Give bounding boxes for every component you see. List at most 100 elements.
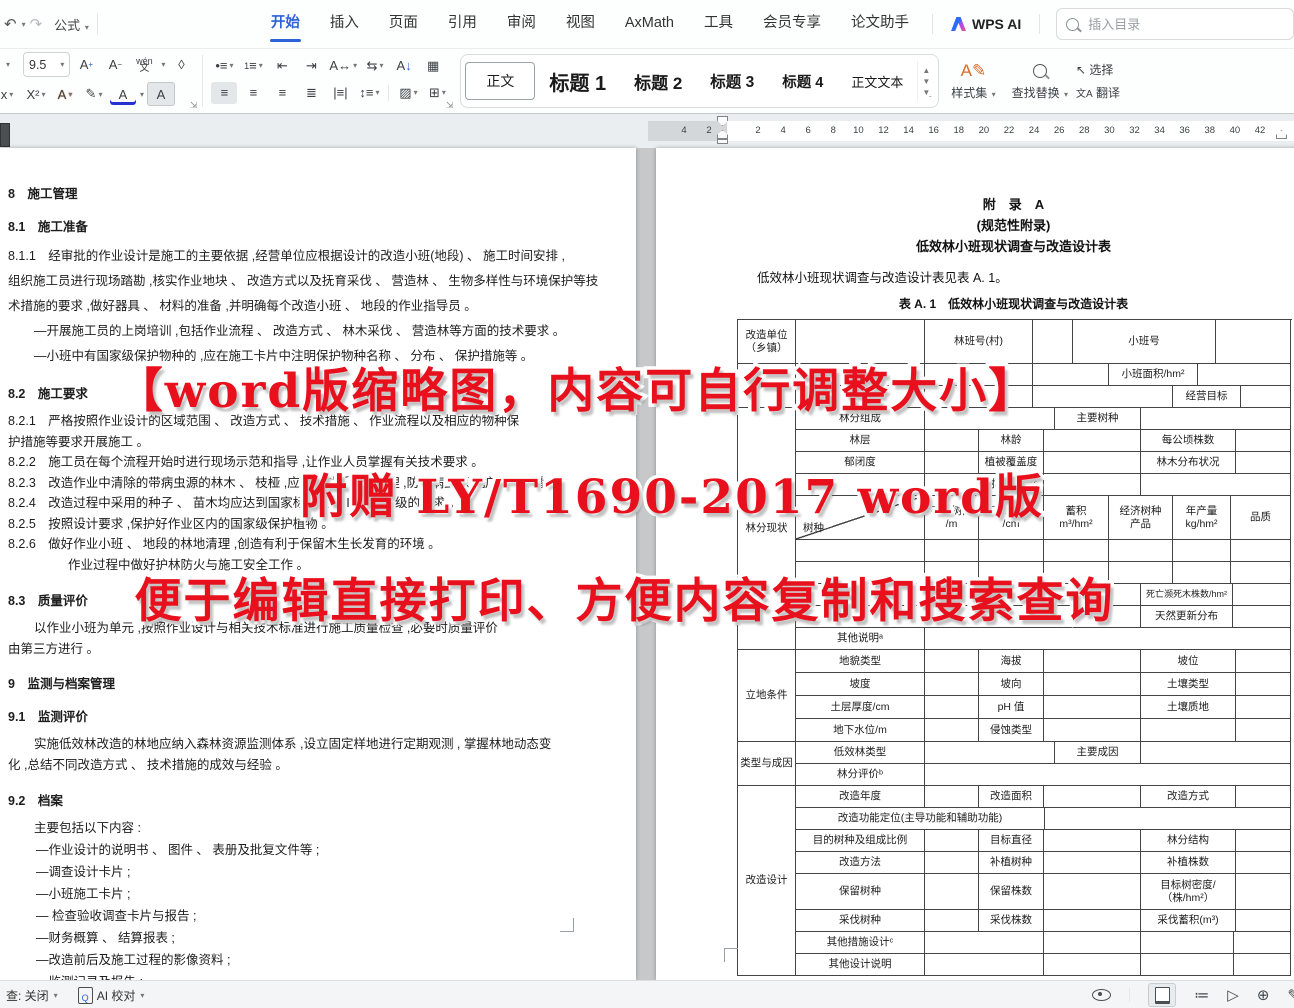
- shading-icon[interactable]: ▨▾: [395, 82, 421, 104]
- table-cell[interactable]: [1044, 874, 1141, 910]
- table-cell[interactable]: [925, 673, 979, 696]
- font-color-dropdown-icon[interactable]: ▾: [140, 90, 144, 99]
- ribbon-tab[interactable]: 页面: [374, 0, 433, 48]
- justify-icon[interactable]: ≣: [298, 82, 324, 104]
- table-cell[interactable]: 目标树密度/ （株/hm²）: [1141, 874, 1236, 910]
- table-cell[interactable]: [1236, 430, 1291, 452]
- decrease-font-icon[interactable]: A−: [102, 54, 128, 76]
- table-cell[interactable]: 土层厚度/cm: [796, 696, 925, 719]
- ribbon-tab[interactable]: 引用: [433, 0, 492, 48]
- table-cell[interactable]: [925, 932, 1044, 954]
- table-cell[interactable]: [925, 910, 979, 932]
- table-cell[interactable]: 补植株数: [1141, 852, 1236, 874]
- table-cell[interactable]: 目标直径: [979, 830, 1044, 852]
- ribbon-tab[interactable]: 论文助手: [836, 0, 924, 48]
- table-cell[interactable]: [796, 540, 925, 562]
- table-cell[interactable]: 低效林类型: [796, 742, 925, 764]
- ai-proofread-button[interactable]: Q AI 校对 ▾: [70, 987, 153, 1004]
- text-direction-icon[interactable]: ⇆▾: [362, 55, 388, 77]
- table-cell[interactable]: [1236, 719, 1291, 742]
- bullet-list-icon[interactable]: •≡▾: [211, 55, 237, 77]
- table-cell[interactable]: [925, 742, 1055, 764]
- table-cell[interactable]: 采伐株数: [979, 910, 1044, 932]
- table-cell[interactable]: 小班面积/hm²: [1109, 364, 1198, 386]
- table-cell[interactable]: 死亡濒死木株数/hm²: [1141, 584, 1233, 606]
- strikethrough-dropdown-icon[interactable]: x▾: [0, 83, 20, 105]
- table-cell[interactable]: [1141, 932, 1234, 954]
- table-cell[interactable]: 林层: [796, 430, 925, 452]
- table-cell[interactable]: 林木分布状况: [1141, 452, 1236, 474]
- table-cell[interactable]: 蓄积 m³/hm²: [1044, 496, 1109, 540]
- page-view-button[interactable]: [1148, 983, 1176, 1007]
- table-cell[interactable]: [925, 540, 979, 562]
- style-gallery-item[interactable]: 标题 1: [535, 67, 620, 96]
- table-cell[interactable]: [1045, 808, 1291, 830]
- table-cell[interactable]: 坡位: [1141, 650, 1236, 673]
- table-cell[interactable]: 其他说明ᵃ: [796, 628, 925, 650]
- formula-button[interactable]: 公式 ▾: [54, 15, 89, 34]
- paragraph-group-expand-icon[interactable]: ⇲: [446, 100, 454, 111]
- table-cell[interactable]: 天然更新分布: [1141, 606, 1233, 628]
- decrease-indent-icon[interactable]: ⇤: [269, 55, 295, 77]
- edit-pen-icon[interactable]: ✎: [1287, 986, 1294, 1004]
- search-input[interactable]: [1086, 16, 1293, 33]
- highlight-color-icon[interactable]: ✎▾: [81, 83, 107, 105]
- table-cell[interactable]: [1044, 719, 1141, 742]
- table-cell[interactable]: [1141, 408, 1291, 430]
- table-cell[interactable]: 林龄: [979, 430, 1044, 452]
- table-cell[interactable]: 其他措施设计ᶜ: [796, 932, 925, 954]
- style-gallery-item[interactable]: 标题 2: [620, 69, 696, 94]
- font-color-icon[interactable]: A: [110, 83, 136, 105]
- table-cell[interactable]: 保留树种: [796, 874, 925, 910]
- style-gallery-item[interactable]: 标题 4: [768, 71, 837, 92]
- ribbon-tab[interactable]: 开始: [256, 0, 315, 48]
- table-cell[interactable]: [1236, 696, 1291, 719]
- table-cell[interactable]: [1233, 584, 1291, 606]
- outline-view-icon[interactable]: ≔: [1194, 986, 1209, 1004]
- ribbon-tab[interactable]: 工具: [689, 0, 748, 48]
- table-cell[interactable]: [1044, 673, 1141, 696]
- table-cell[interactable]: 补植树种: [979, 852, 1044, 874]
- table-cell[interactable]: 地下水位/m: [796, 719, 925, 742]
- table-cell[interactable]: 小班号: [1073, 320, 1216, 364]
- table-cell[interactable]: [1044, 430, 1141, 452]
- table-cell[interactable]: 改造功能定位(主导功能和辅助功能): [796, 808, 1045, 830]
- increase-font-icon[interactable]: A+: [73, 54, 99, 76]
- table-cell[interactable]: 坡向: [979, 673, 1044, 696]
- table-cell[interactable]: [1241, 386, 1291, 408]
- doc-line[interactable]: 化 ,总结不同改造方式 、 技术措施的成效与经验 。: [8, 755, 574, 776]
- pinyin-dropdown-icon[interactable]: ▾: [161, 60, 165, 69]
- doc-line[interactable]: —调查设计卡片 ;: [8, 861, 574, 883]
- reading-preview-icon[interactable]: [1092, 989, 1111, 1001]
- find-replace-button[interactable]: 查找替换 ▾: [1004, 49, 1076, 113]
- table-group-cell[interactable]: 改造设计: [738, 786, 796, 976]
- table-cell[interactable]: [1044, 474, 1141, 496]
- style-set-button[interactable]: A✎ 样式集 ▾: [943, 49, 1003, 113]
- table-cell[interactable]: [925, 764, 1291, 786]
- table-cell[interactable]: 保留株数: [979, 874, 1044, 910]
- undo-icon[interactable]: ↶: [4, 15, 17, 33]
- align-left-icon[interactable]: ≡: [211, 82, 237, 104]
- table-cell[interactable]: [1216, 320, 1291, 364]
- table-cell[interactable]: 林分评价ᵇ: [796, 764, 925, 786]
- sort-icon[interactable]: A↓: [391, 55, 417, 77]
- show-marks-icon[interactable]: ▦: [420, 55, 446, 77]
- doc-line[interactable]: 护措施等要求开展施工 。: [8, 432, 574, 453]
- character-shading-icon[interactable]: A: [147, 82, 175, 106]
- table-cell[interactable]: [925, 430, 979, 452]
- table-cell[interactable]: [1141, 742, 1291, 764]
- font-size-combobox[interactable]: 9.5▾: [23, 52, 70, 77]
- table-cell[interactable]: [1141, 954, 1234, 976]
- table-cell[interactable]: [1141, 474, 1291, 496]
- table-cell[interactable]: [1044, 786, 1141, 808]
- table-group-cell[interactable]: 类型与成因: [738, 742, 796, 786]
- table-cell[interactable]: [1044, 452, 1141, 474]
- text-effects-icon[interactable]: A▾: [52, 83, 78, 105]
- font-name-dropdown-icon[interactable]: ▾: [0, 54, 20, 76]
- table-cell[interactable]: [1173, 562, 1231, 584]
- pinyin-guide-icon[interactable]: wén文: [131, 54, 157, 76]
- table-cell[interactable]: 改造方法: [796, 852, 925, 874]
- table-cell[interactable]: 目的树种及组成比例: [796, 830, 925, 852]
- table-cell[interactable]: 经营目标: [1173, 386, 1241, 408]
- doc-line[interactable]: —改造前后及施工过程的影像资料 ;: [8, 949, 574, 971]
